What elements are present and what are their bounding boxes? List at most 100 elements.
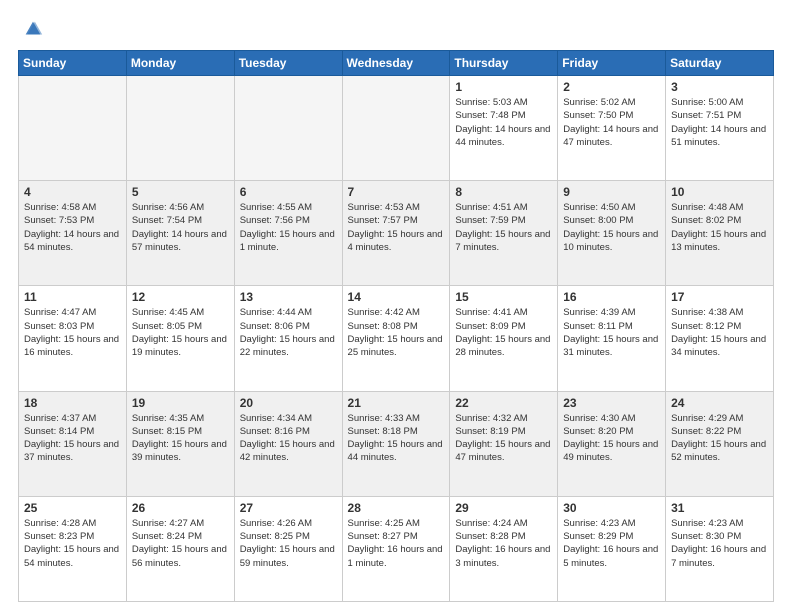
day-info: Sunrise: 4:23 AMSunset: 8:30 PMDaylight:… [671, 517, 768, 570]
day-number: 21 [348, 396, 445, 410]
day-number: 10 [671, 185, 768, 199]
day-info: Sunrise: 4:58 AMSunset: 7:53 PMDaylight:… [24, 201, 121, 254]
day-info: Sunrise: 4:39 AMSunset: 8:11 PMDaylight:… [563, 306, 660, 359]
day-number: 26 [132, 501, 229, 515]
day-number: 28 [348, 501, 445, 515]
col-wednesday: Wednesday [342, 51, 450, 76]
day-info: Sunrise: 4:53 AMSunset: 7:57 PMDaylight:… [348, 201, 445, 254]
day-number: 16 [563, 290, 660, 304]
day-number: 1 [455, 80, 552, 94]
day-number: 30 [563, 501, 660, 515]
day-info: Sunrise: 4:26 AMSunset: 8:25 PMDaylight:… [240, 517, 337, 570]
logo-icon [22, 18, 44, 40]
day-number: 27 [240, 501, 337, 515]
day-info: Sunrise: 4:32 AMSunset: 8:19 PMDaylight:… [455, 412, 552, 465]
day-info: Sunrise: 4:35 AMSunset: 8:15 PMDaylight:… [132, 412, 229, 465]
day-number: 23 [563, 396, 660, 410]
day-number: 12 [132, 290, 229, 304]
day-number: 18 [24, 396, 121, 410]
day-info: Sunrise: 4:29 AMSunset: 8:22 PMDaylight:… [671, 412, 768, 465]
col-monday: Monday [126, 51, 234, 76]
calendar-day-cell: 30 Sunrise: 4:23 AMSunset: 8:29 PMDayligh… [558, 496, 666, 601]
day-info: Sunrise: 4:55 AMSunset: 7:56 PMDaylight:… [240, 201, 337, 254]
day-number: 6 [240, 185, 337, 199]
day-info: Sunrise: 4:34 AMSunset: 8:16 PMDaylight:… [240, 412, 337, 465]
col-saturday: Saturday [666, 51, 774, 76]
day-info: Sunrise: 4:23 AMSunset: 8:29 PMDaylight:… [563, 517, 660, 570]
calendar-day-cell [19, 76, 127, 181]
calendar-day-cell: 6 Sunrise: 4:55 AMSunset: 7:56 PMDaylight… [234, 181, 342, 286]
day-number: 7 [348, 185, 445, 199]
day-number: 5 [132, 185, 229, 199]
day-info: Sunrise: 4:44 AMSunset: 8:06 PMDaylight:… [240, 306, 337, 359]
day-number: 29 [455, 501, 552, 515]
calendar-day-cell: 7 Sunrise: 4:53 AMSunset: 7:57 PMDaylight… [342, 181, 450, 286]
calendar-week-row: 18 Sunrise: 4:37 AMSunset: 8:14 PMDayligh… [19, 391, 774, 496]
day-info: Sunrise: 4:48 AMSunset: 8:02 PMDaylight:… [671, 201, 768, 254]
day-info: Sunrise: 4:45 AMSunset: 8:05 PMDaylight:… [132, 306, 229, 359]
calendar-day-cell: 15 Sunrise: 4:41 AMSunset: 8:09 PMDayligh… [450, 286, 558, 391]
day-info: Sunrise: 4:56 AMSunset: 7:54 PMDaylight:… [132, 201, 229, 254]
calendar-day-cell: 26 Sunrise: 4:27 AMSunset: 8:24 PMDayligh… [126, 496, 234, 601]
calendar-day-cell: 22Sunrise: 4:32 AMSunset: 8:19 PMDayligh… [450, 391, 558, 496]
calendar-day-cell: 11 Sunrise: 4:47 AMSunset: 8:03 PMDayligh… [19, 286, 127, 391]
calendar-day-cell: 5 Sunrise: 4:56 AMSunset: 7:54 PMDaylight… [126, 181, 234, 286]
day-info: Sunrise: 5:02 AMSunset: 7:50 PMDaylight:… [563, 96, 660, 149]
header [18, 18, 774, 40]
day-number: 13 [240, 290, 337, 304]
day-number: 15 [455, 290, 552, 304]
calendar-day-cell: 14 Sunrise: 4:42 AMSunset: 8:08 PMDayligh… [342, 286, 450, 391]
calendar-day-cell: 16 Sunrise: 4:39 AMSunset: 8:11 PMDayligh… [558, 286, 666, 391]
day-info: Sunrise: 4:25 AMSunset: 8:27 PMDaylight:… [348, 517, 445, 570]
col-sunday: Sunday [19, 51, 127, 76]
day-number: 8 [455, 185, 552, 199]
day-number: 3 [671, 80, 768, 94]
calendar-day-cell [342, 76, 450, 181]
page: Sunday Monday Tuesday Wednesday Thursday… [0, 0, 792, 612]
day-info: Sunrise: 4:38 AMSunset: 8:12 PMDaylight:… [671, 306, 768, 359]
calendar-day-cell: 8 Sunrise: 4:51 AMSunset: 7:59 PMDaylight… [450, 181, 558, 286]
calendar-day-cell: 29 Sunrise: 4:24 AMSunset: 8:28 PMDayligh… [450, 496, 558, 601]
day-info: Sunrise: 5:03 AMSunset: 7:48 PMDaylight:… [455, 96, 552, 149]
day-info: Sunrise: 4:30 AMSunset: 8:20 PMDaylight:… [563, 412, 660, 465]
calendar-week-row: 4Sunrise: 4:58 AMSunset: 7:53 PMDaylight… [19, 181, 774, 286]
calendar-day-cell [234, 76, 342, 181]
calendar-day-cell: 31 Sunrise: 4:23 AMSunset: 8:30 PMDayligh… [666, 496, 774, 601]
day-number: 19 [132, 396, 229, 410]
day-info: Sunrise: 4:42 AMSunset: 8:08 PMDaylight:… [348, 306, 445, 359]
day-info: Sunrise: 4:41 AMSunset: 8:09 PMDaylight:… [455, 306, 552, 359]
calendar-day-cell: 18 Sunrise: 4:37 AMSunset: 8:14 PMDayligh… [19, 391, 127, 496]
calendar-day-cell: 9Sunrise: 4:50 AMSunset: 8:00 PMDaylight… [558, 181, 666, 286]
day-info: Sunrise: 4:33 AMSunset: 8:18 PMDaylight:… [348, 412, 445, 465]
calendar-day-cell: 2 Sunrise: 5:02 AMSunset: 7:50 PMDaylight… [558, 76, 666, 181]
calendar-week-row: 1 Sunrise: 5:03 AMSunset: 7:48 PMDaylight… [19, 76, 774, 181]
col-tuesday: Tuesday [234, 51, 342, 76]
calendar-day-cell [126, 76, 234, 181]
calendar-day-cell: 1 Sunrise: 5:03 AMSunset: 7:48 PMDaylight… [450, 76, 558, 181]
calendar-day-cell: 17 Sunrise: 4:38 AMSunset: 8:12 PMDayligh… [666, 286, 774, 391]
day-number: 17 [671, 290, 768, 304]
day-number: 2 [563, 80, 660, 94]
calendar-day-cell: 25Sunrise: 4:28 AMSunset: 8:23 PMDayligh… [19, 496, 127, 601]
day-info: Sunrise: 4:47 AMSunset: 8:03 PMDaylight:… [24, 306, 121, 359]
day-info: Sunrise: 4:28 AMSunset: 8:23 PMDaylight:… [24, 517, 121, 570]
day-number: 14 [348, 290, 445, 304]
calendar-day-cell: 24Sunrise: 4:29 AMSunset: 8:22 PMDayligh… [666, 391, 774, 496]
logo [18, 18, 44, 40]
calendar-week-row: 25Sunrise: 4:28 AMSunset: 8:23 PMDayligh… [19, 496, 774, 601]
day-info: Sunrise: 4:37 AMSunset: 8:14 PMDaylight:… [24, 412, 121, 465]
day-info: Sunrise: 4:24 AMSunset: 8:28 PMDaylight:… [455, 517, 552, 570]
calendar-day-cell: 19 Sunrise: 4:35 AMSunset: 8:15 PMDayligh… [126, 391, 234, 496]
day-number: 11 [24, 290, 121, 304]
calendar-day-cell: 28 Sunrise: 4:25 AMSunset: 8:27 PMDayligh… [342, 496, 450, 601]
col-thursday: Thursday [450, 51, 558, 76]
calendar-day-cell: 23 Sunrise: 4:30 AMSunset: 8:20 PMDayligh… [558, 391, 666, 496]
calendar-day-cell: 3Sunrise: 5:00 AMSunset: 7:51 PMDaylight… [666, 76, 774, 181]
day-number: 31 [671, 501, 768, 515]
day-info: Sunrise: 4:51 AMSunset: 7:59 PMDaylight:… [455, 201, 552, 254]
calendar-table: Sunday Monday Tuesday Wednesday Thursday… [18, 50, 774, 602]
day-info: Sunrise: 4:27 AMSunset: 8:24 PMDaylight:… [132, 517, 229, 570]
day-number: 20 [240, 396, 337, 410]
calendar-day-cell: 20 Sunrise: 4:34 AMSunset: 8:16 PMDayligh… [234, 391, 342, 496]
calendar-day-cell: 27 Sunrise: 4:26 AMSunset: 8:25 PMDayligh… [234, 496, 342, 601]
